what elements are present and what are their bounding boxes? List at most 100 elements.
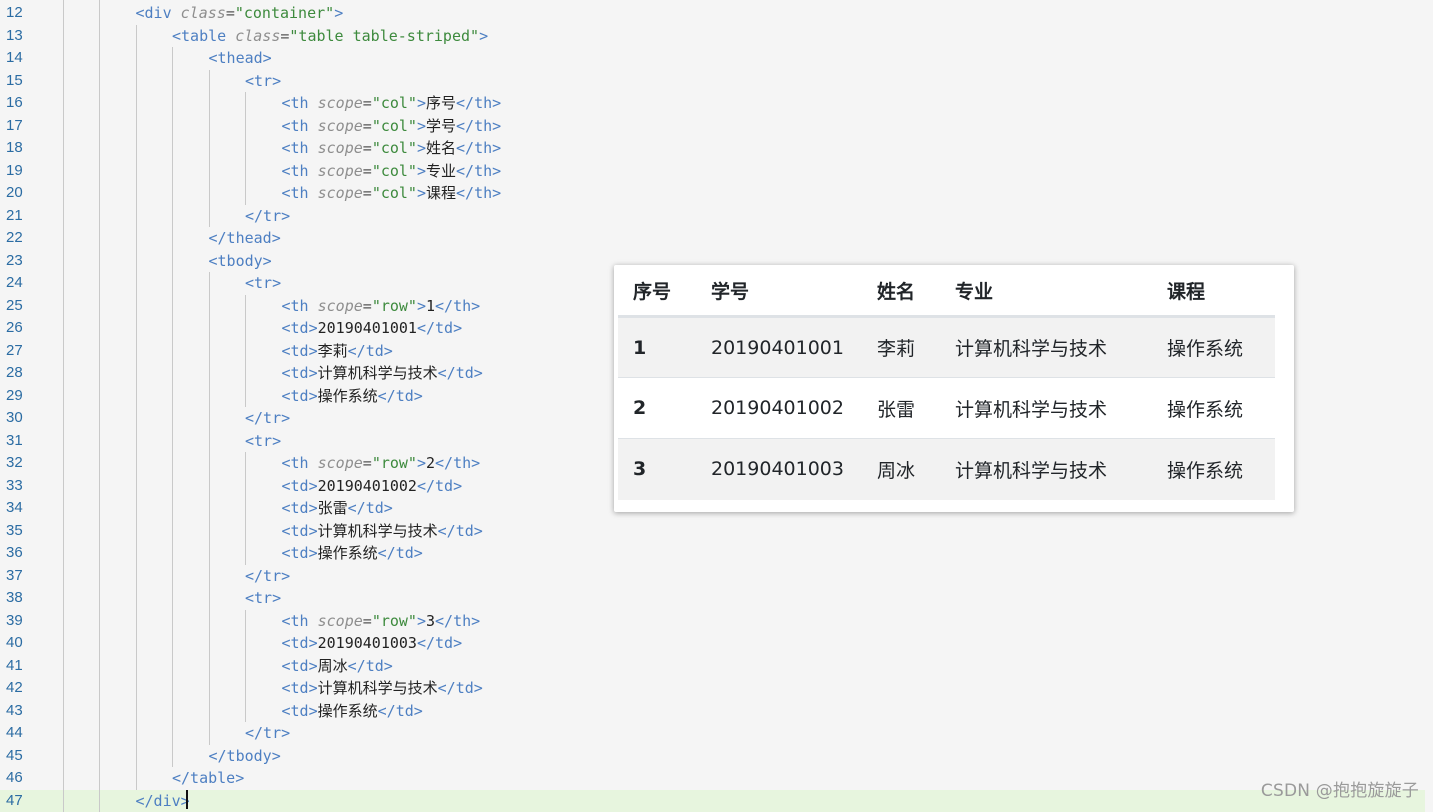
- line-number: 43: [0, 700, 46, 723]
- html-tag-token: </td>: [438, 522, 483, 540]
- html-tag-token: </div>: [136, 792, 190, 810]
- line-number: 45: [0, 745, 46, 768]
- line-number: 13: [0, 25, 46, 48]
- line-number: 44: [0, 722, 46, 745]
- code-text: <th scope="col">姓名</th>: [282, 137, 502, 160]
- student-table: 序号 学号 姓名 专业 课程 1 20190401001 李莉 计算机科学与技术…: [618, 265, 1275, 500]
- cell-major: 计算机科学与技术: [940, 317, 1152, 378]
- code-line[interactable]: 44</tr>: [0, 722, 1425, 745]
- line-number: 29: [0, 385, 46, 408]
- code-text: <table class="table table-striped">: [172, 25, 488, 48]
- string-token: "row": [372, 612, 417, 630]
- code-line[interactable]: 19<th scope="col">专业</th>: [0, 160, 1425, 183]
- code-line[interactable]: 41<td>周冰</td>: [0, 655, 1425, 678]
- cell-course: 操作系统: [1152, 439, 1275, 500]
- header-course: 课程: [1152, 265, 1275, 317]
- text-token: 1: [426, 297, 435, 315]
- cell-student-id: 20190401002: [696, 378, 862, 439]
- code-line[interactable]: 14 <thead>: [0, 47, 1425, 70]
- line-number: 14: [0, 47, 46, 70]
- html-tag-token: <td>: [282, 679, 318, 697]
- code-text: <tr>: [245, 70, 281, 93]
- html-tag-token: <td>: [282, 544, 318, 562]
- attribute-token: scope: [318, 162, 363, 180]
- header-name: 姓名: [862, 265, 940, 317]
- code-line[interactable]: 17<th scope="col">学号</th>: [0, 115, 1425, 138]
- table-preview-card: 序号 学号 姓名 专业 课程 1 20190401001 李莉 计算机科学与技术…: [614, 265, 1294, 512]
- html-tag-token: </tr>: [245, 409, 290, 427]
- html-tag-token: <th: [282, 94, 309, 112]
- html-tag-token: </th>: [435, 454, 480, 472]
- space-token: [309, 297, 318, 315]
- html-tag-token: <td>: [282, 522, 318, 540]
- attribute-token: scope: [318, 94, 363, 112]
- cell-student-id: 20190401003: [696, 439, 862, 500]
- code-line[interactable]: 37</tr>: [0, 565, 1425, 588]
- text-token: 操作系统: [318, 702, 378, 720]
- html-tag-token: <tbody>: [209, 252, 272, 270]
- code-line[interactable]: 13 <table class="table table-striped">: [0, 25, 1425, 48]
- table-row: 2 20190401002 张雷 计算机科学与技术 操作系统: [618, 378, 1275, 439]
- html-tag-token: </td>: [378, 387, 423, 405]
- line-number: 38: [0, 587, 46, 610]
- indent-guide: [245, 452, 246, 565]
- code-line[interactable]: 43<td>操作系统</td>: [0, 700, 1425, 723]
- html-tag-token: <tr>: [245, 589, 281, 607]
- line-number: 39: [0, 610, 46, 633]
- code-line[interactable]: 35<td>计算机科学与技术</td>: [0, 520, 1425, 543]
- html-tag-token: <table: [172, 27, 226, 45]
- line-number: 28: [0, 362, 46, 385]
- space-token: [309, 139, 318, 157]
- line-number: 12: [0, 2, 46, 25]
- html-tag-token: </td>: [438, 679, 483, 697]
- line-number: 30: [0, 407, 46, 430]
- html-tag-token: <td>: [282, 634, 318, 652]
- line-number: 24: [0, 272, 46, 295]
- text-token: 姓名: [426, 139, 456, 157]
- header-major: 专业: [940, 265, 1152, 317]
- html-tag-token: </tr>: [245, 567, 290, 585]
- code-line[interactable]: 22</thead>: [0, 227, 1425, 250]
- html-tag-token: </td>: [417, 634, 462, 652]
- code-text: <td>李莉</td>: [282, 340, 393, 363]
- code-text: <tr>: [245, 430, 281, 453]
- html-tag-token: <tr>: [245, 432, 281, 450]
- string-token: "col": [372, 94, 417, 112]
- line-number: 19: [0, 160, 46, 183]
- code-line[interactable]: 39<th scope="row">3</th>: [0, 610, 1425, 633]
- code-line[interactable]: 36<td>操作系统</td>: [0, 542, 1425, 565]
- html-tag-token: </th>: [456, 94, 501, 112]
- code-text: </table>: [172, 767, 244, 790]
- indent-guide: [245, 610, 246, 723]
- code-line[interactable]: 15<tr>: [0, 70, 1425, 93]
- html-tag-token: >: [417, 184, 426, 202]
- line-number: 32: [0, 452, 46, 475]
- equals-token: =: [363, 117, 372, 135]
- space-token: [309, 117, 318, 135]
- code-line[interactable]: 46</table>: [0, 767, 1425, 790]
- html-tag-token: </td>: [417, 477, 462, 495]
- html-tag-token: </th>: [456, 139, 501, 157]
- line-number: 36: [0, 542, 46, 565]
- line-number: 40: [0, 632, 46, 655]
- code-line[interactable]: 40 <td>20190401003</td>: [0, 632, 1425, 655]
- string-token: "col": [372, 117, 417, 135]
- text-token: 20190401001: [318, 319, 417, 337]
- code-line[interactable]: 45</tbody>: [0, 745, 1425, 768]
- text-token: 20190401002: [318, 477, 417, 495]
- code-line[interactable]: 18<th scope="col">姓名</th>: [0, 137, 1425, 160]
- line-number: 27: [0, 340, 46, 363]
- html-tag-token: <thead>: [209, 49, 272, 67]
- header-index: 序号: [618, 265, 696, 317]
- cell-student-id: 20190401001: [696, 317, 862, 378]
- code-line[interactable]: 21</tr>: [0, 205, 1425, 228]
- code-text: <td>20190401003</td>: [282, 632, 463, 655]
- code-line[interactable]: 20<th scope="col">课程</th>: [0, 182, 1425, 205]
- code-line[interactable]: 16<th scope="col">序号</th>: [0, 92, 1425, 115]
- code-line[interactable]: 12<div class="container">: [0, 2, 1425, 25]
- code-line[interactable]: 42<td>计算机科学与技术</td>: [0, 677, 1425, 700]
- string-token: "col": [372, 162, 417, 180]
- code-line[interactable]: 38 <tr>: [0, 587, 1425, 610]
- line-number: 35: [0, 520, 46, 543]
- html-tag-token: </th>: [456, 162, 501, 180]
